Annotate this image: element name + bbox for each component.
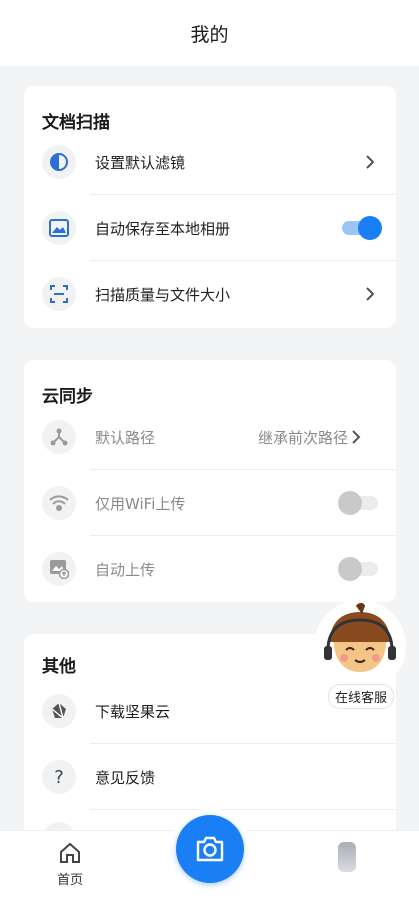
auto-upload-label: 自动上传 [95, 560, 156, 579]
image-icon [42, 211, 76, 245]
camera-button-wrap [169, 808, 251, 890]
contrast-icon [42, 145, 76, 179]
chevron-right-icon [362, 286, 378, 302]
question-icon: ? [42, 760, 76, 794]
toggle-knob [358, 216, 382, 240]
default-filter-row[interactable]: 设置默认滤镜 [24, 129, 396, 195]
auto-save-album-label: 自动保存至本地相册 [95, 219, 231, 238]
page-title: 我的 [190, 23, 229, 46]
auto-save-album-row: 自动保存至本地相册 [24, 195, 396, 261]
wifi-only-label: 仅用WiFi上传 [95, 494, 186, 513]
customer-service-label[interactable]: 在线客服 [328, 684, 395, 709]
nut-logo-icon [42, 694, 76, 728]
toggle-knob [338, 491, 362, 515]
auto-upload-toggle[interactable] [338, 557, 378, 581]
doc-scan-card: 文档扫描 设置默认滤镜 自动保存至本地相册 扫描质量与文件大小 [24, 86, 396, 328]
default-path-label: 默认路径 [95, 428, 156, 447]
photo-upload-icon [42, 552, 76, 586]
top-bar: 我的 [0, 0, 419, 66]
cloud-sync-card: 云同步 默认路径 继承前次路径 仅用WiFi上传 自动上传 [24, 360, 396, 602]
scan-quality-row[interactable]: 扫描质量与文件大小 [24, 261, 396, 327]
default-path-value: 继承前次路径 [257, 428, 348, 447]
feedback-row[interactable]: ? 意见反馈 [24, 744, 396, 810]
default-filter-label: 设置默认滤镜 [95, 153, 186, 172]
default-path-row[interactable]: 默认路径 继承前次路径 [24, 404, 396, 470]
chevron-right-icon [348, 429, 364, 445]
share-nodes-icon [42, 420, 76, 454]
nav-home[interactable]: 首页 [50, 841, 90, 891]
section-title-other: 其他 [42, 657, 76, 677]
camera-icon [196, 836, 224, 862]
wifi-only-row: 仅用WiFi上传 [24, 470, 396, 536]
scan-frame-icon [42, 277, 76, 311]
wifi-only-toggle[interactable] [338, 491, 378, 515]
download-app-label: 下载坚果云 [95, 702, 171, 721]
scan-quality-label: 扫描质量与文件大小 [95, 285, 231, 304]
nav-profile-icon[interactable] [338, 842, 356, 872]
wifi-icon [42, 486, 76, 520]
feedback-label: 意见反馈 [95, 768, 156, 787]
camera-button[interactable] [176, 815, 244, 883]
toggle-knob [338, 557, 362, 581]
chevron-right-icon [362, 154, 378, 170]
home-icon [60, 842, 80, 863]
auto-upload-row: 自动上传 [24, 536, 396, 602]
nav-home-label: 首页 [56, 873, 83, 888]
auto-save-album-toggle[interactable] [342, 216, 382, 240]
